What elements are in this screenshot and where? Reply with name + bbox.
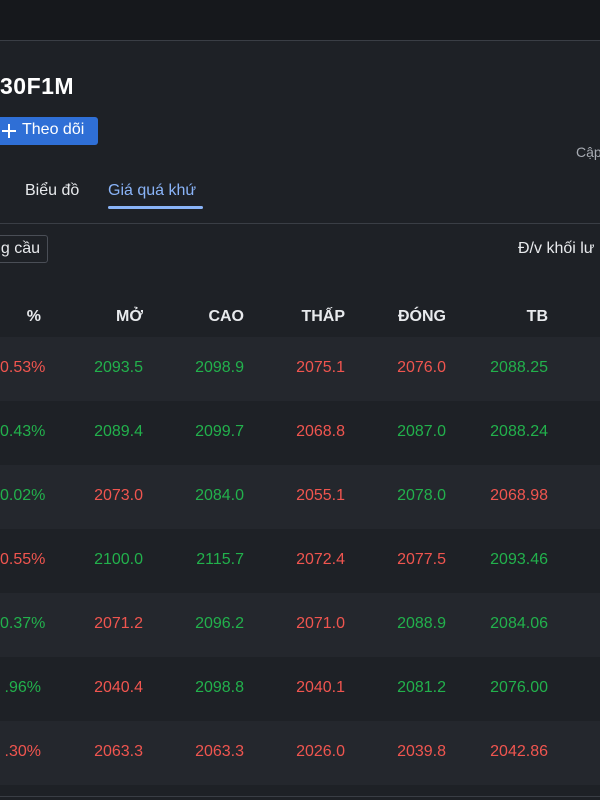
plus-icon [2,121,18,141]
cell-high: 2115.7 [196,551,244,568]
cell-avg: 2068.98 [490,487,548,504]
table-row: .30% 2063.3 2063.3 2026.0 2039.8 2042.86 [0,721,600,785]
cell-high: 2098.9 [195,359,244,376]
cell-high: 2084.0 [195,487,244,504]
cell-high: 2063.3 [195,743,244,760]
cell-percent: 0.43% [0,423,46,440]
cell-close: 2039.8 [397,743,446,760]
cell-open: 2093.5 [94,359,143,376]
table-row: 0.43% 2089.4 2099.7 2068.8 2087.0 2088.24 [0,401,600,465]
cell-close: 2081.2 [397,679,446,696]
cell-low: 2055.1 [296,487,345,504]
cell-percent: .96% [4,679,41,696]
cell-percent: 0.02% [0,487,46,504]
cell-close: 2077.5 [397,551,446,568]
cell-percent: 0.55% [0,551,46,568]
cell-close: 2088.9 [397,615,446,632]
cell-avg: 2042.86 [490,743,548,760]
cell-high: 2096.2 [195,615,244,632]
cell-low: 2071.0 [296,615,345,632]
tab-price-history[interactable]: Giá quá khứ [108,182,196,200]
cell-avg: 2088.24 [490,423,548,440]
column-header-high: CAO [208,308,244,325]
table-row: 0.02% 2073.0 2084.0 2055.1 2078.0 2068.98 [0,465,600,529]
filter-button-label: g cầu [0,240,40,257]
cell-open: 2071.2 [94,615,143,632]
table-bottom-border [0,796,600,797]
cell-avg: 2093.46 [490,551,548,568]
cell-percent: 0.53% [0,359,46,376]
cell-close: 2087.0 [397,423,446,440]
unit-label: Đ/v khối lư [518,240,595,257]
tabs-divider [0,223,600,224]
table-row: .96% 2040.4 2098.8 2040.1 2081.2 2076.00 [0,657,600,721]
update-time-text: Cập [576,144,600,160]
column-header-avg: TB [526,308,548,325]
cell-open: 2089.4 [94,423,143,440]
column-header-close: ĐÓNG [398,308,446,325]
cell-avg: 2076.00 [490,679,548,696]
cell-low: 2068.8 [296,423,345,440]
cell-avg: 2084.06 [490,615,548,632]
filter-dropdown-button[interactable]: g cầu [0,235,48,263]
top-bar [0,0,600,41]
column-header-low: THẤP [301,308,345,325]
cell-open: 2040.4 [94,679,143,696]
cell-low: 2072.4 [296,551,345,568]
cell-high: 2099.7 [195,423,244,440]
cell-avg: 2088.25 [490,359,548,376]
cell-open: 2100.0 [94,551,143,568]
tab-chart[interactable]: Biểu đồ [25,182,79,200]
table-row: 0.37% 2071.2 2096.2 2071.0 2088.9 2084.06 [0,593,600,657]
column-header-open: MỞ [116,308,143,325]
cell-low: 2040.1 [296,679,345,696]
cell-percent: .30% [4,743,41,760]
table-row: 0.55% 2100.0 2115.7 2072.4 2077.5 2093.46 [0,529,600,593]
cell-high: 2098.8 [195,679,244,696]
active-tab-indicator [108,206,203,209]
column-header-percent: % [26,308,41,325]
symbol-title: 30F1M [0,73,75,99]
cell-percent: 0.37% [0,615,46,632]
cell-close: 2076.0 [397,359,446,376]
follow-button[interactable]: Theo dõi [0,117,98,145]
cell-open: 2073.0 [94,487,143,504]
cell-close: 2078.0 [397,487,446,504]
cell-low: 2075.1 [296,359,345,376]
table-row: 0.53% 2093.5 2098.9 2075.1 2076.0 2088.25 [0,337,600,401]
cell-open: 2063.3 [94,743,143,760]
cell-low: 2026.0 [296,743,345,760]
follow-button-label: Theo dõi [22,121,85,138]
